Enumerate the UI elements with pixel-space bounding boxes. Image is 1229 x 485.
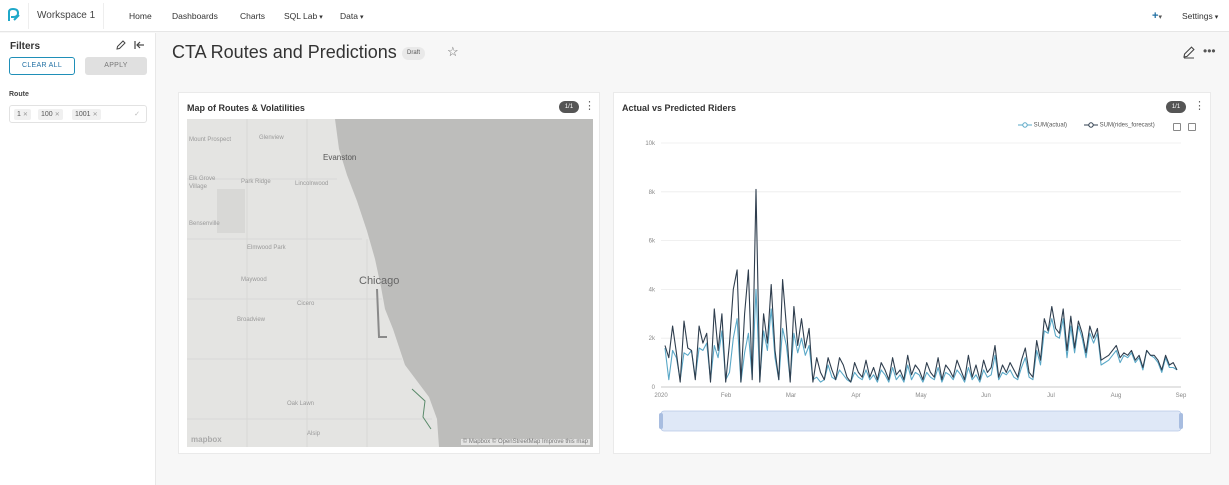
chevron-down-icon: ▾ [1158,14,1162,21]
more-options-icon[interactable]: ••• [1203,44,1216,58]
filters-sidebar: Filters CLEAR ALL APPLY Route 1 ✕ 100 ✕ 10… [0,33,156,485]
nav-charts[interactable]: Charts [240,0,265,32]
y-tick-label: 6k [649,239,656,245]
settings-label: Settings [1182,11,1213,21]
filter-tag-1[interactable]: 1 ✕ [14,109,31,120]
map-attribution[interactable]: © Mapbox © OpenStreetMap Improve this ma… [460,439,590,445]
route-filter-select[interactable]: 1 ✕ 100 ✕ 1001 ✕ ✓ [9,105,147,123]
filter-tag-label: 100 [41,111,53,118]
nav-sql-lab-label: SQL Lab [284,11,318,21]
filter-tag-label: 1001 [75,111,91,118]
map-label: Oak Lawn [287,401,315,407]
close-icon[interactable]: ✕ [23,112,28,118]
map-label: Alsip [307,431,321,437]
nav-dashboards[interactable]: Dashboards [172,0,218,32]
nav-data[interactable]: Data ▾ [340,0,363,32]
y-tick-label: 4k [649,287,656,293]
data-zoom-slider [660,410,1182,432]
map-label: Elmwood Park [247,245,286,251]
collapse-sidebar-icon[interactable] [133,39,145,51]
settings-menu[interactable]: Settings ▾ [1182,0,1218,32]
chevron-down-icon: ▾ [319,14,323,21]
close-icon[interactable]: ✕ [55,112,60,118]
x-tick-label: Apr [851,393,860,399]
chevron-down-icon: ▾ [359,14,364,21]
map-label: Park Ridge [241,179,271,185]
map-label: Maywood [241,277,267,283]
x-tick-label: May [915,393,926,399]
top-navbar: Workspace 1 Home Dashboards Charts SQL L… [0,0,1229,32]
dashboard-title[interactable]: CTA Routes and Predictions [172,42,397,63]
nav-sql-lab[interactable]: SQL Lab ▾ [284,0,323,32]
filter-tag-100[interactable]: 100 ✕ [38,109,63,120]
y-tick-label: 8k [649,190,656,196]
star-icon[interactable]: ☆ [447,44,459,60]
route-map[interactable]: Mount Prospect Glenview Evanston Elk Gro… [187,119,593,447]
clear-all-button[interactable]: CLEAR ALL [9,57,75,75]
map-label-chicago: Chicago [359,275,400,287]
chevron-down-icon: ▾ [1214,14,1219,21]
map-label: Cicero [297,301,315,307]
line-chart[interactable]: 0 2k 4k 6k 8k 10k 2020 Feb Mar Apr May Jun Jul Aug Sep [614,93,1212,455]
map-label: Mount Prospect [189,137,232,143]
zoom-handle-left [659,413,663,429]
nav-data-label: Data [340,11,358,21]
y-tick-label: 0 [652,385,656,391]
filter-tag-1001[interactable]: 1001 ✕ [72,109,101,120]
apply-button[interactable]: APPLY [85,57,147,75]
map-label: Bensenville [189,221,220,227]
x-tick-label: Jul [1047,393,1055,399]
series-line-forecast [664,188,1178,383]
map-panel-title: Map of Routes & Volatilities [187,103,305,113]
close-icon[interactable]: ✕ [93,112,98,118]
panel-menu-icon[interactable]: ⋮ [584,99,595,112]
chart-panel: Actual vs Predicted Riders 1/1 ⋮ SUM(act… [613,92,1211,454]
new-plus-menu[interactable]: +▾ [1152,0,1162,32]
x-tick-label: Aug [1111,393,1122,399]
x-tick-label: Mar [786,393,796,399]
pencil-icon[interactable] [115,39,127,51]
x-tick-label: Feb [721,393,732,399]
superset-logo-icon[interactable] [6,7,22,23]
nav-home[interactable]: Home [129,0,152,32]
map-panel: Map of Routes & Volatilities 1/1 ⋮ Mount… [178,92,600,454]
map-label: Broadview [237,317,266,323]
x-tick-label: 2020 [654,393,668,399]
mapbox-logo[interactable]: mapbox [191,435,222,444]
zoom-handle-right [1179,413,1183,429]
workspace-switcher[interactable]: Workspace 1 [28,3,105,29]
map-label-evanston: Evanston [323,153,357,162]
filter-tag-label: 1 [17,111,21,118]
route-filter-label: Route [9,91,29,98]
x-tick-label: Sep [1176,393,1187,399]
map-label: Glenview [259,135,284,141]
edit-dashboard-icon[interactable] [1182,45,1196,59]
x-tick-label: Jun [981,393,991,399]
draft-badge[interactable]: Draft [402,47,426,60]
check-icon: ✓ [134,111,140,118]
y-tick-label: 2k [649,336,656,342]
filters-title: Filters [10,41,41,52]
map-label: Elk Grove Village [189,176,216,190]
y-tick-label: 10k [645,141,656,147]
map-label: Lincolnwood [295,181,329,187]
panel-count-badge[interactable]: 1/1 [559,101,579,113]
